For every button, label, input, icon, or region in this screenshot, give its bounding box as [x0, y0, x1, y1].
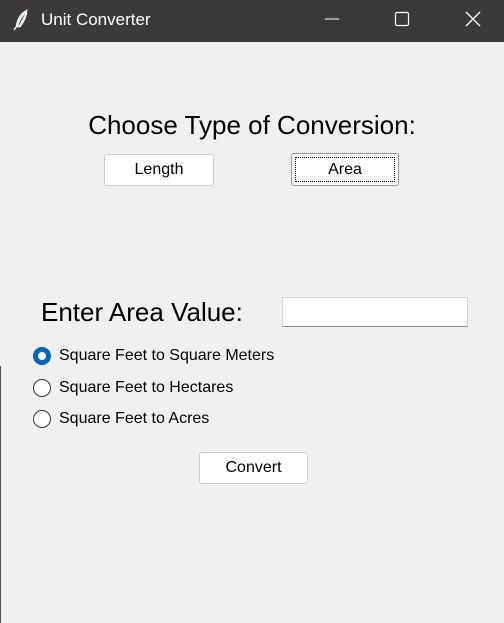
radio-button-checked[interactable] — [33, 347, 51, 365]
option-label: Square Feet to Hectares — [59, 379, 234, 396]
conversion-type-heading: Choose Type of Conversion: — [88, 110, 416, 140]
area-value-label: Enter Area Value: — [41, 297, 243, 327]
length-button-label: Length — [134, 161, 184, 178]
close-icon — [464, 10, 482, 33]
radio-button[interactable] — [33, 410, 51, 428]
window-title: Unit Converter — [41, 10, 151, 29]
option-sqft-to-sqm[interactable]: Square Feet to Square Meters — [33, 345, 274, 367]
area-button[interactable]: Area — [291, 153, 399, 186]
area-value-input[interactable] — [282, 297, 468, 327]
minimize-icon — [324, 11, 340, 32]
convert-button-label: Convert — [225, 459, 282, 476]
convert-button[interactable]: Convert — [199, 452, 308, 484]
close-button[interactable] — [450, 0, 496, 42]
window-border — [0, 366, 1, 623]
option-label: Square Feet to Square Meters — [59, 347, 275, 364]
radio-button[interactable] — [33, 379, 51, 397]
title-bar[interactable]: Unit Converter — [0, 0, 504, 42]
option-label: Square Feet to Acres — [59, 410, 210, 427]
feather-icon — [12, 9, 32, 31]
option-sqft-to-acres[interactable]: Square Feet to Acres — [33, 408, 209, 430]
focus-ring — [295, 157, 395, 182]
maximize-icon — [394, 11, 410, 32]
unit-converter-window: Unit Converter Choose Type of Conversion… — [0, 0, 504, 623]
maximize-button[interactable] — [379, 0, 425, 42]
option-sqft-to-hectares[interactable]: Square Feet to Hectares — [33, 377, 233, 399]
minimize-button[interactable] — [309, 0, 355, 42]
length-button[interactable]: Length — [104, 154, 214, 186]
